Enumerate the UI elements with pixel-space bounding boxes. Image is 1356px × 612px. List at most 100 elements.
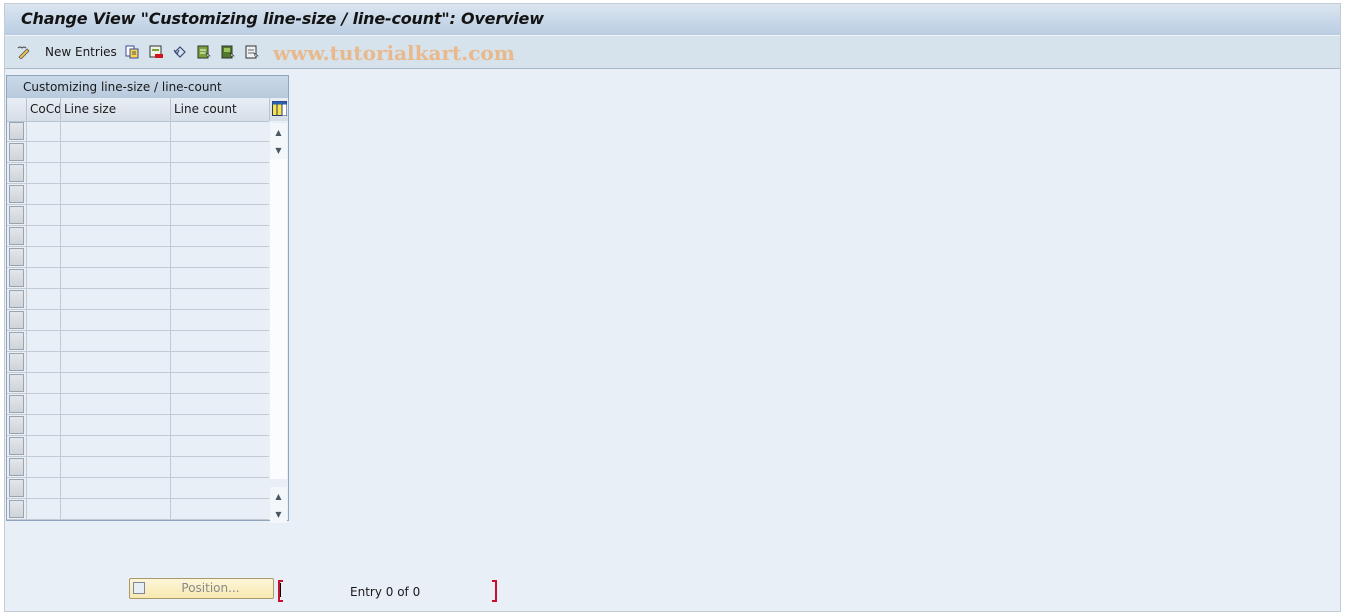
cell-line-count[interactable] (170, 310, 270, 331)
cell-cocd[interactable] (26, 247, 61, 268)
row-selector[interactable] (9, 143, 24, 161)
new-entries-button[interactable]: New Entries (45, 42, 117, 62)
cell-cocd[interactable] (26, 163, 61, 184)
cell-cocd[interactable] (26, 331, 61, 352)
row-selector[interactable] (9, 269, 24, 287)
row-selector[interactable] (9, 248, 24, 266)
cell-line-size[interactable] (60, 247, 171, 268)
column-header-cocd[interactable]: CoCd (26, 98, 62, 121)
cell-cocd[interactable] (26, 478, 61, 499)
copy-as-button[interactable] (125, 42, 139, 62)
cell-line-count[interactable] (170, 205, 270, 226)
cell-line-count[interactable] (170, 163, 270, 184)
cell-cocd[interactable] (26, 226, 61, 247)
row-selector[interactable] (9, 458, 24, 476)
table-settings-button[interactable] (269, 98, 288, 121)
cell-line-size[interactable] (60, 310, 171, 331)
row-selector[interactable] (9, 164, 24, 182)
cell-cocd[interactable] (26, 373, 61, 394)
cell-line-count[interactable] (170, 457, 270, 478)
row-selector[interactable] (9, 332, 24, 350)
cell-cocd[interactable] (26, 184, 61, 205)
cell-cocd[interactable] (26, 142, 61, 163)
cell-line-size[interactable] (60, 163, 171, 184)
cell-line-size[interactable] (60, 415, 171, 436)
row-selector[interactable] (9, 374, 24, 392)
scroll-page-up-button[interactable]: ▲ (270, 487, 287, 505)
row-selector[interactable] (9, 416, 24, 434)
row-selector[interactable] (9, 479, 24, 497)
cell-line-count[interactable] (170, 331, 270, 352)
cell-line-count[interactable] (170, 436, 270, 457)
cell-line-count[interactable] (170, 394, 270, 415)
row-selector[interactable] (9, 395, 24, 413)
column-header-line-size[interactable]: Line size (60, 98, 170, 121)
cell-line-size[interactable] (60, 373, 171, 394)
cell-cocd[interactable] (26, 121, 61, 142)
cell-cocd[interactable] (26, 289, 61, 310)
cell-line-size[interactable] (60, 205, 171, 226)
cell-line-count[interactable] (170, 415, 270, 436)
row-selector[interactable] (9, 500, 24, 518)
scroll-track[interactable] (270, 159, 287, 479)
cell-line-size[interactable] (60, 331, 171, 352)
row-selector[interactable] (9, 437, 24, 455)
cell-cocd[interactable] (26, 310, 61, 331)
cell-cocd[interactable] (26, 415, 61, 436)
select-all-rows-corner[interactable] (7, 98, 26, 121)
row-selector[interactable] (9, 185, 24, 203)
cell-line-count[interactable] (170, 268, 270, 289)
cell-cocd[interactable] (26, 268, 61, 289)
vertical-scrollbar[interactable]: ▲ ▼ ▲ ▼ (269, 121, 288, 523)
position-button-label: Position... (181, 581, 240, 595)
deselect-all-button[interactable] (245, 42, 259, 62)
cell-line-size[interactable] (60, 184, 171, 205)
scroll-up-button[interactable]: ▲ (270, 123, 287, 141)
row-selector[interactable] (9, 227, 24, 245)
cell-line-count[interactable] (170, 373, 270, 394)
cell-cocd[interactable] (26, 205, 61, 226)
cell-line-count[interactable] (170, 121, 270, 142)
cell-line-size[interactable] (60, 268, 171, 289)
position-button[interactable]: Position... (129, 578, 274, 599)
column-header-line-count[interactable]: Line count (170, 98, 269, 121)
bracket-right (492, 580, 497, 602)
cell-cocd[interactable] (26, 436, 61, 457)
cell-line-size[interactable] (60, 499, 171, 520)
cell-line-size[interactable] (60, 478, 171, 499)
cell-line-count[interactable] (170, 289, 270, 310)
row-selector[interactable] (9, 311, 24, 329)
cell-line-count[interactable] (170, 478, 270, 499)
cell-line-size[interactable] (60, 436, 171, 457)
cell-line-size[interactable] (60, 352, 171, 373)
row-selector[interactable] (9, 206, 24, 224)
cell-cocd[interactable] (26, 499, 61, 520)
cell-cocd[interactable] (26, 352, 61, 373)
cell-line-count[interactable] (170, 142, 270, 163)
arrow-down-icon: ▼ (275, 509, 282, 519)
cell-cocd[interactable] (26, 457, 61, 478)
cell-line-count[interactable] (170, 184, 270, 205)
cell-line-size[interactable] (60, 121, 171, 142)
cell-line-count[interactable] (170, 247, 270, 268)
cell-line-size[interactable] (60, 394, 171, 415)
cell-line-size[interactable] (60, 226, 171, 247)
cell-line-size[interactable] (60, 289, 171, 310)
scroll-page-down-button[interactable]: ▼ (270, 141, 287, 159)
cell-line-count[interactable] (170, 226, 270, 247)
cell-line-size[interactable] (60, 142, 171, 163)
row-selector[interactable] (9, 122, 24, 140)
cell-cocd[interactable] (26, 394, 61, 415)
row-selector[interactable] (9, 353, 24, 371)
cell-line-count[interactable] (170, 499, 270, 520)
row-selector[interactable] (9, 290, 24, 308)
display-change-button[interactable] (17, 42, 31, 62)
undo-change-button[interactable] (173, 42, 187, 62)
delete-button[interactable] (149, 42, 163, 62)
scroll-down-button[interactable]: ▼ (270, 505, 287, 523)
cell-line-size[interactable] (60, 457, 171, 478)
cell-line-count[interactable] (170, 352, 270, 373)
select-all-button[interactable] (197, 42, 211, 62)
select-all-icon (197, 45, 211, 59)
select-block-button[interactable] (221, 42, 235, 62)
